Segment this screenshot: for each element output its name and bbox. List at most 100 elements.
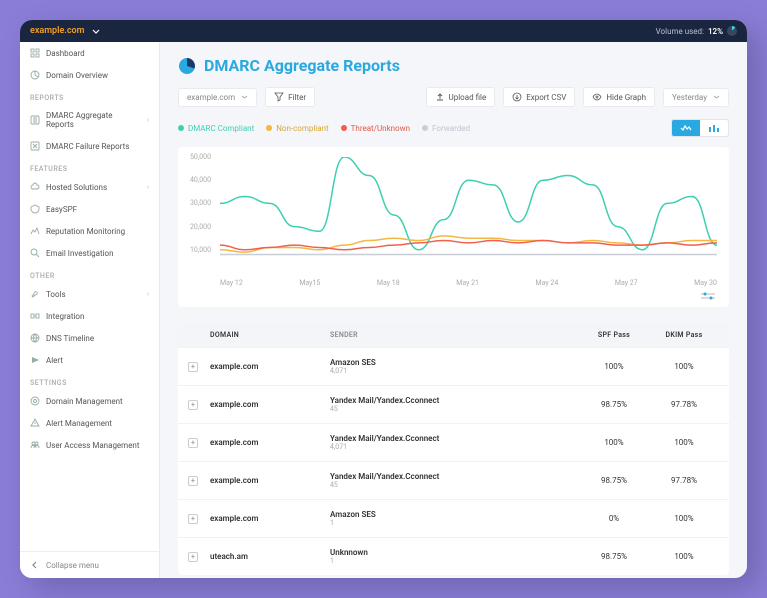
slider-icon	[701, 291, 715, 301]
sidebar-item-alert-management[interactable]: Alert Management	[20, 412, 159, 434]
date-select[interactable]: Yesterday	[663, 88, 729, 107]
hide-graph-button[interactable]: Hide Graph	[583, 87, 655, 107]
cell-sender: Yandex Mail/Yandex.Cconnect 45	[330, 396, 579, 413]
collapse-menu[interactable]: Collapse menu	[20, 551, 159, 578]
expand-row-button[interactable]: +	[188, 552, 198, 562]
cell-domain: example.com	[210, 400, 330, 409]
sidebar-item-domain-management[interactable]: Domain Management	[20, 390, 159, 412]
cell-domain: example.com	[210, 362, 330, 371]
easyspf-icon	[30, 204, 40, 214]
x-axis-labels: May 12May15May 18May 21May 24May 27May 3…	[220, 279, 717, 287]
dot-icon	[178, 125, 184, 131]
export-icon	[512, 92, 522, 102]
cell-sender: Unknnown 1	[330, 548, 579, 565]
investigation-icon	[30, 248, 40, 258]
integration-icon	[30, 311, 40, 321]
legend-threat[interactable]: Threat/Unknown	[341, 124, 410, 133]
sidebar-item-label: Reputation Monitoring	[46, 227, 125, 236]
domain-select[interactable]: example.com	[178, 88, 257, 107]
x-axis-label: May 24	[536, 279, 559, 287]
domain-mgmt-icon	[30, 396, 40, 406]
upload-icon	[435, 92, 445, 102]
sidebar-item-dashboard[interactable]: Dashboard	[20, 42, 159, 64]
chart-svg	[220, 157, 717, 273]
sidebar-item-label: DMARC Failure Reports	[46, 142, 129, 151]
th-sender: SENDER	[330, 331, 579, 339]
legend-compliant[interactable]: DMARC Compliant	[178, 124, 254, 133]
overview-icon	[30, 70, 40, 80]
sidebar-item-reputation-monitoring[interactable]: Reputation Monitoring	[20, 220, 159, 242]
legend-forwarded[interactable]: Forwarded	[422, 124, 470, 133]
sidebar-item-tools[interactable]: Tools›	[20, 283, 159, 305]
x-axis-label: May15	[299, 279, 320, 287]
sidebar-item-label: Dashboard	[46, 49, 85, 58]
sidebar-item-dmarc-failure[interactable]: DMARC Failure Reports	[20, 135, 159, 157]
bar-chart-toggle[interactable]	[700, 120, 728, 136]
sidebar-item-integration[interactable]: Integration	[20, 305, 159, 327]
filter-icon	[274, 92, 284, 102]
failure-icon	[30, 141, 40, 151]
cell-domain: example.com	[210, 514, 330, 523]
cell-spf: 98.75%	[579, 476, 649, 485]
app-window: example.com Volume used: 12% Dashboard Do…	[20, 20, 747, 578]
sidebar-item-label: Email Investigation	[46, 249, 114, 258]
cell-sender: Amazon SES 4,071	[330, 358, 579, 375]
alert-icon	[30, 355, 40, 365]
table-row: + example.com Amazon SES 4,071 100% 100%	[178, 347, 729, 385]
expand-row-button[interactable]: +	[188, 476, 198, 486]
users-icon	[30, 440, 40, 450]
topbar-domain-dropdown[interactable]	[92, 27, 100, 36]
sidebar-item-label: Domain Overview	[46, 71, 108, 80]
chart-zoom-slider[interactable]	[190, 287, 717, 301]
cell-spf: 98.75%	[579, 552, 649, 561]
expand-row-button[interactable]: +	[188, 514, 198, 524]
sidebar: DashboardDomain Overview REPORTSDMARC Ag…	[20, 42, 160, 578]
main-content: DMARC Aggregate Reports example.com Filt…	[160, 42, 747, 578]
table-row: + example.com Amazon SES 1 0% 100%	[178, 499, 729, 537]
volume-label: Volume used:	[656, 27, 704, 36]
legend-noncompliant[interactable]: Non-compliant	[266, 124, 328, 133]
cell-dkim: 100%	[649, 362, 719, 371]
sidebar-item-dmarc-aggregate[interactable]: DMARC Aggregate Reports›	[20, 105, 159, 135]
table-row: + example.com Yandex Mail/Yandex.Cconnec…	[178, 385, 729, 423]
expand-row-button[interactable]: +	[188, 362, 198, 372]
sidebar-section-header: OTHER	[20, 264, 159, 283]
sidebar-item-email-investigation[interactable]: Email Investigation	[20, 242, 159, 264]
x-axis-label: May 30	[694, 279, 717, 287]
sidebar-item-alert[interactable]: Alert	[20, 349, 159, 371]
volume-ring-icon	[727, 26, 737, 36]
table-row: + example.com Yandex Mail/Yandex.Cconnec…	[178, 461, 729, 499]
sidebar-item-domain-overview[interactable]: Domain Overview	[20, 64, 159, 86]
tools-icon	[30, 289, 40, 299]
eye-icon	[592, 92, 602, 102]
sidebar-item-hosted-solutions[interactable]: Hosted Solutions›	[20, 176, 159, 198]
sidebar-item-user-access-management[interactable]: User Access Management	[20, 434, 159, 456]
hosted-icon	[30, 182, 40, 192]
th-domain: DOMAIN	[210, 331, 330, 339]
sidebar-item-easyspf[interactable]: EasySPF	[20, 198, 159, 220]
sidebar-item-label: Alert Management	[46, 419, 112, 428]
filter-button[interactable]: Filter	[265, 87, 315, 107]
expand-row-button[interactable]: +	[188, 438, 198, 448]
y-axis-label: 40,000	[190, 176, 211, 184]
sidebar-section-header: FEATURES	[20, 157, 159, 176]
expand-row-button[interactable]: +	[188, 400, 198, 410]
pie-chart-icon	[178, 57, 196, 75]
dot-icon	[266, 125, 272, 131]
export-csv-button[interactable]: Export CSV	[503, 87, 575, 107]
chart-series-line	[220, 241, 717, 250]
volume-value: 12%	[708, 27, 723, 36]
upload-button[interactable]: Upload file	[426, 87, 496, 107]
sidebar-item-label: Alert	[46, 356, 63, 365]
table-header: DOMAIN SENDER SPF Pass DKIM Pass	[178, 323, 729, 347]
chevron-right-icon: ›	[147, 290, 149, 298]
sidebar-item-label: DNS Timeline	[46, 334, 94, 343]
topbar: example.com Volume used: 12%	[20, 20, 747, 42]
sidebar-item-label: Hosted Solutions	[46, 183, 107, 192]
page-title: DMARC Aggregate Reports	[204, 56, 400, 75]
cell-domain: example.com	[210, 438, 330, 447]
chevron-right-icon: ›	[147, 116, 149, 124]
y-axis-label: 50,000	[190, 153, 211, 161]
sidebar-item-dns-timeline[interactable]: DNS Timeline	[20, 327, 159, 349]
line-chart-toggle[interactable]	[672, 120, 700, 136]
